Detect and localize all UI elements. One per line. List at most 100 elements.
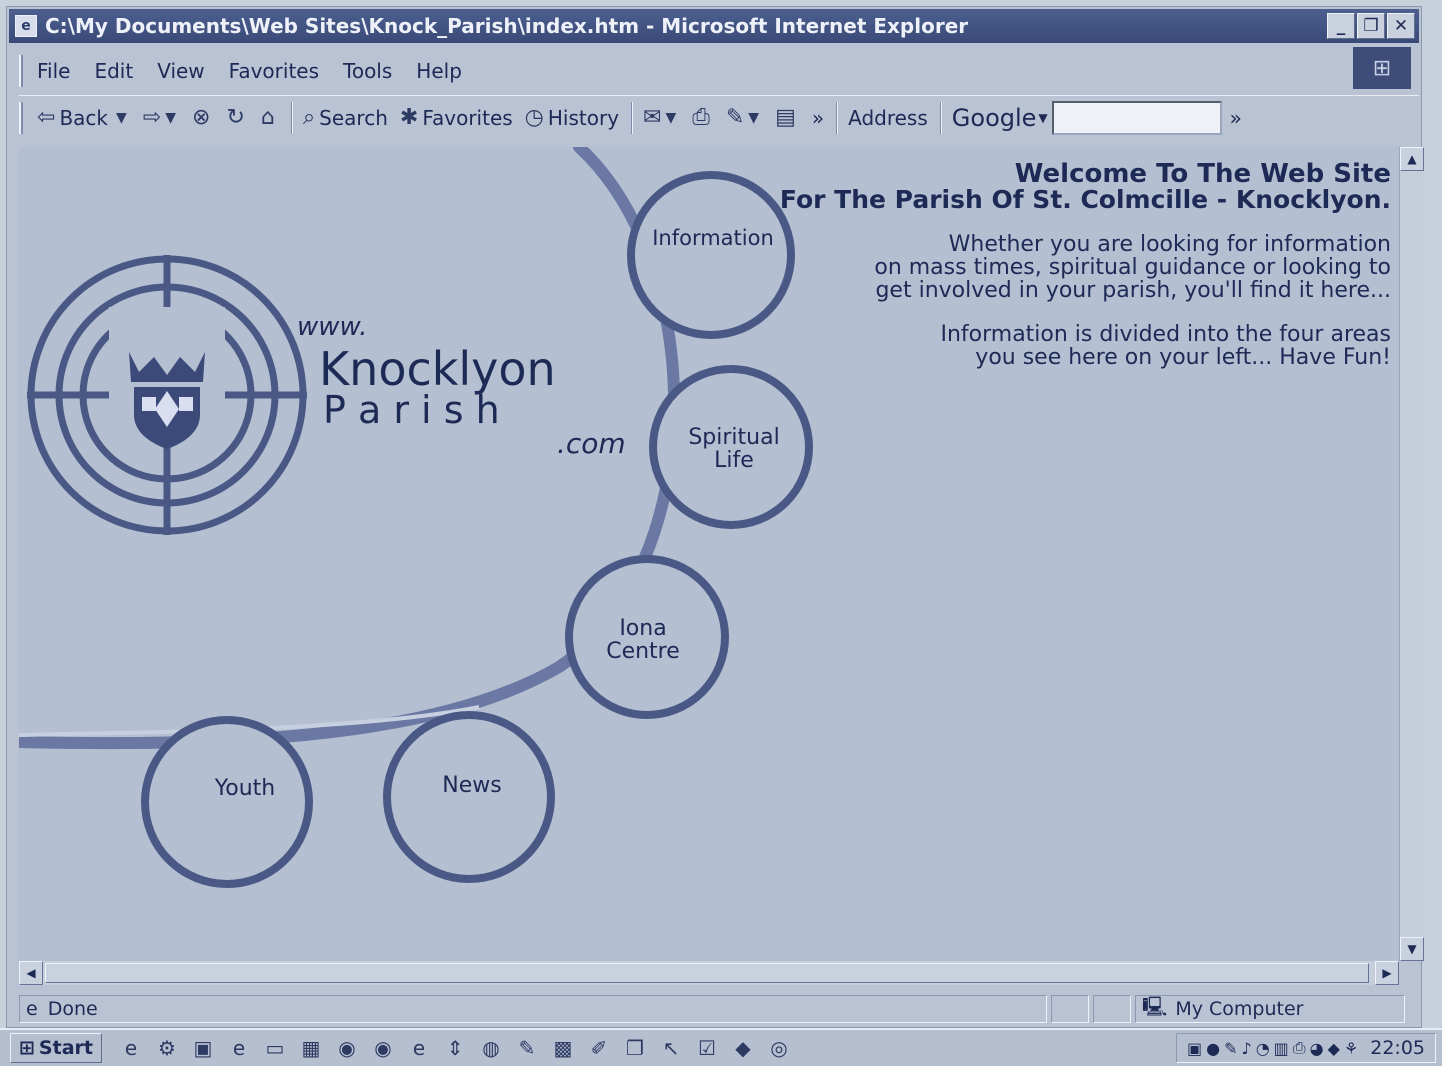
network-icon[interactable]: ⚙ xyxy=(152,1033,182,1063)
toolbar-chevron[interactable]: » xyxy=(1230,106,1242,130)
search-icon: ⌕ xyxy=(302,105,316,130)
vertical-scrollbar[interactable]: ▲ ▼ xyxy=(1399,147,1425,961)
scroll-left-button[interactable]: ◀ xyxy=(19,961,43,985)
minimize-button[interactable]: _ xyxy=(1327,13,1355,39)
scroll-right-button[interactable]: ▶ xyxy=(1375,961,1399,985)
dropdown-arrow-icon[interactable]: ▼ xyxy=(116,110,127,126)
discuss-button[interactable]: ▤ xyxy=(775,105,800,130)
scroll-up-button[interactable]: ▲ xyxy=(1400,147,1424,171)
folder-icon[interactable]: ▭ xyxy=(260,1033,290,1063)
ie-page-icon: e xyxy=(26,998,38,1020)
nav-label: Iona xyxy=(619,616,666,641)
parish-logo xyxy=(27,255,307,535)
maximize-button[interactable]: ❐ xyxy=(1357,13,1385,39)
dropdown-arrow-icon[interactable]: ▼ xyxy=(1038,111,1047,125)
logo-com: .com xyxy=(557,427,626,460)
menu-file[interactable]: File xyxy=(37,59,70,83)
page-content: Youth News Iona Centre Spiritual Life In… xyxy=(19,147,1399,961)
desktop-icon[interactable]: ▦ xyxy=(296,1033,326,1063)
printer-icon[interactable]: ⎙ xyxy=(1293,1038,1306,1058)
taskbar: ⊞ Start e ⚙ ▣ e ▭ ▦ ◉ ◉ e ⇕ ◍ ✎ ▩ ✐ ❐ ↖ … xyxy=(0,1028,1442,1066)
nav-news[interactable]: News xyxy=(383,711,555,883)
ie-window-icon[interactable]: e xyxy=(404,1033,434,1063)
toolbar-chevron[interactable]: » xyxy=(812,106,824,130)
window-icon[interactable]: ❐ xyxy=(620,1033,650,1063)
favorites-button[interactable]: ✱ Favorites xyxy=(400,105,513,130)
grid-icon[interactable]: ▩ xyxy=(548,1033,578,1063)
tray-icon[interactable]: ▥ xyxy=(1274,1039,1289,1058)
scroll-icon[interactable]: ⇕ xyxy=(440,1033,470,1063)
cursor-icon[interactable]: ↖ xyxy=(656,1033,686,1063)
ie-quicklaunch-icon[interactable]: e xyxy=(116,1033,146,1063)
scroll-down-button[interactable]: ▼ xyxy=(1400,937,1424,961)
stop-button[interactable]: ⊗ xyxy=(192,105,214,130)
nav-iona-centre[interactable]: Iona Centre xyxy=(565,555,729,719)
mail-button[interactable]: ✉ ▼ xyxy=(643,105,680,130)
horizontal-scrollbar[interactable]: ◀ ▶ xyxy=(19,961,1399,985)
ie-quicklaunch-icon[interactable]: e xyxy=(224,1033,254,1063)
dropdown-arrow-icon[interactable]: ▼ xyxy=(165,110,176,126)
scroll-thumb[interactable] xyxy=(45,963,1369,983)
logo-www: www. xyxy=(297,312,367,342)
close-button[interactable]: ✕ xyxy=(1387,13,1415,39)
menu-help[interactable]: Help xyxy=(416,59,462,83)
tool-icon[interactable]: ✎ xyxy=(512,1033,542,1063)
history-button[interactable]: ◷ History xyxy=(525,105,619,130)
google-search-button[interactable]: Google ▼ xyxy=(952,104,1048,132)
home-icon: ⌂ xyxy=(260,105,275,130)
logo-parish: P a r i s h xyxy=(323,388,500,432)
target-icon[interactable]: ◎ xyxy=(764,1033,794,1063)
standard-toolbar: ⇦ Back ▼ ⇨ ▼ ⊗ ↻ ⌂ ⌕ Search ✱ Favorites ◷ Hist… xyxy=(19,95,1419,139)
nav-label: Life xyxy=(714,448,754,473)
menu-tools[interactable]: Tools xyxy=(343,59,392,83)
toolbar-separator xyxy=(631,101,634,134)
home-button[interactable]: ⌂ xyxy=(261,105,279,130)
tray-icon[interactable]: ✎ xyxy=(1224,1039,1237,1058)
computer-icon: 🖳 xyxy=(1142,996,1168,1018)
menu-favorites[interactable]: Favorites xyxy=(229,59,319,83)
toolbar-grip[interactable] xyxy=(19,55,23,87)
menu-bar: File Edit View Favorites Tools Help xyxy=(19,51,1349,91)
document-icon: ▤ xyxy=(775,105,796,130)
refresh-icon: ↻ xyxy=(226,105,245,130)
welcome-heading-line2: For The Parish Of St. Colmcille - Knockl… xyxy=(779,185,1391,214)
window-icon[interactable]: ▣ xyxy=(188,1033,218,1063)
search-button[interactable]: ⌕ Search xyxy=(303,105,388,130)
tray-icon[interactable]: ● xyxy=(1206,1039,1220,1058)
nav-information[interactable]: Information xyxy=(627,171,795,339)
dropdown-arrow-icon[interactable]: ▼ xyxy=(665,110,676,126)
tray-icon[interactable]: ◕ xyxy=(1310,1039,1324,1058)
edit-button[interactable]: ✎ ▼ xyxy=(726,105,763,130)
start-button[interactable]: ⊞ Start xyxy=(10,1033,102,1063)
dropdown-arrow-icon[interactable]: ▼ xyxy=(748,110,759,126)
refresh-button[interactable]: ↻ xyxy=(226,105,248,130)
printer-icon: ⎙ xyxy=(692,105,710,130)
menu-edit[interactable]: Edit xyxy=(94,59,133,83)
globe-icon[interactable]: ◉ xyxy=(368,1033,398,1063)
menu-view[interactable]: View xyxy=(157,59,204,83)
browser-window: e C:\My Documents\Web Sites\Knock_Parish… xyxy=(6,6,1425,1028)
tray-icon[interactable]: ◔ xyxy=(1256,1039,1270,1058)
tray-icon[interactable]: ▣ xyxy=(1187,1039,1202,1058)
check-icon[interactable]: ☑ xyxy=(692,1033,722,1063)
forward-button[interactable]: ⇨ ▼ xyxy=(143,105,180,130)
globe-icon[interactable]: ◉ xyxy=(332,1033,362,1063)
back-button[interactable]: ⇦ Back ▼ xyxy=(37,105,131,130)
pen-icon[interactable]: ✐ xyxy=(584,1033,614,1063)
security-zone-cell: 🖳 My Computer xyxy=(1135,995,1405,1023)
eye-icon[interactable]: ◆ xyxy=(728,1033,758,1063)
toolbar-grip[interactable] xyxy=(19,101,23,134)
network-icon[interactable]: ⚘ xyxy=(1344,1039,1358,1058)
google-search-input[interactable] xyxy=(1051,100,1222,135)
clock[interactable]: 22:05 xyxy=(1370,1037,1425,1059)
nav-label: Information xyxy=(652,226,774,250)
print-button[interactable]: ⎙ xyxy=(692,105,714,130)
intro-paragraph: Whether you are looking for information … xyxy=(874,232,1391,303)
nav-spiritual-life[interactable]: Spiritual Life xyxy=(649,365,813,529)
firefox-icon[interactable]: ◍ xyxy=(476,1033,506,1063)
nav-youth[interactable]: Youth xyxy=(141,716,313,888)
tray-icon[interactable]: ◆ xyxy=(1328,1039,1340,1058)
window-title: C:\My Documents\Web Sites\Knock_Parish\i… xyxy=(45,14,969,38)
speaker-icon[interactable]: ♪ xyxy=(1241,1039,1251,1058)
address-label[interactable]: Address xyxy=(848,106,928,130)
